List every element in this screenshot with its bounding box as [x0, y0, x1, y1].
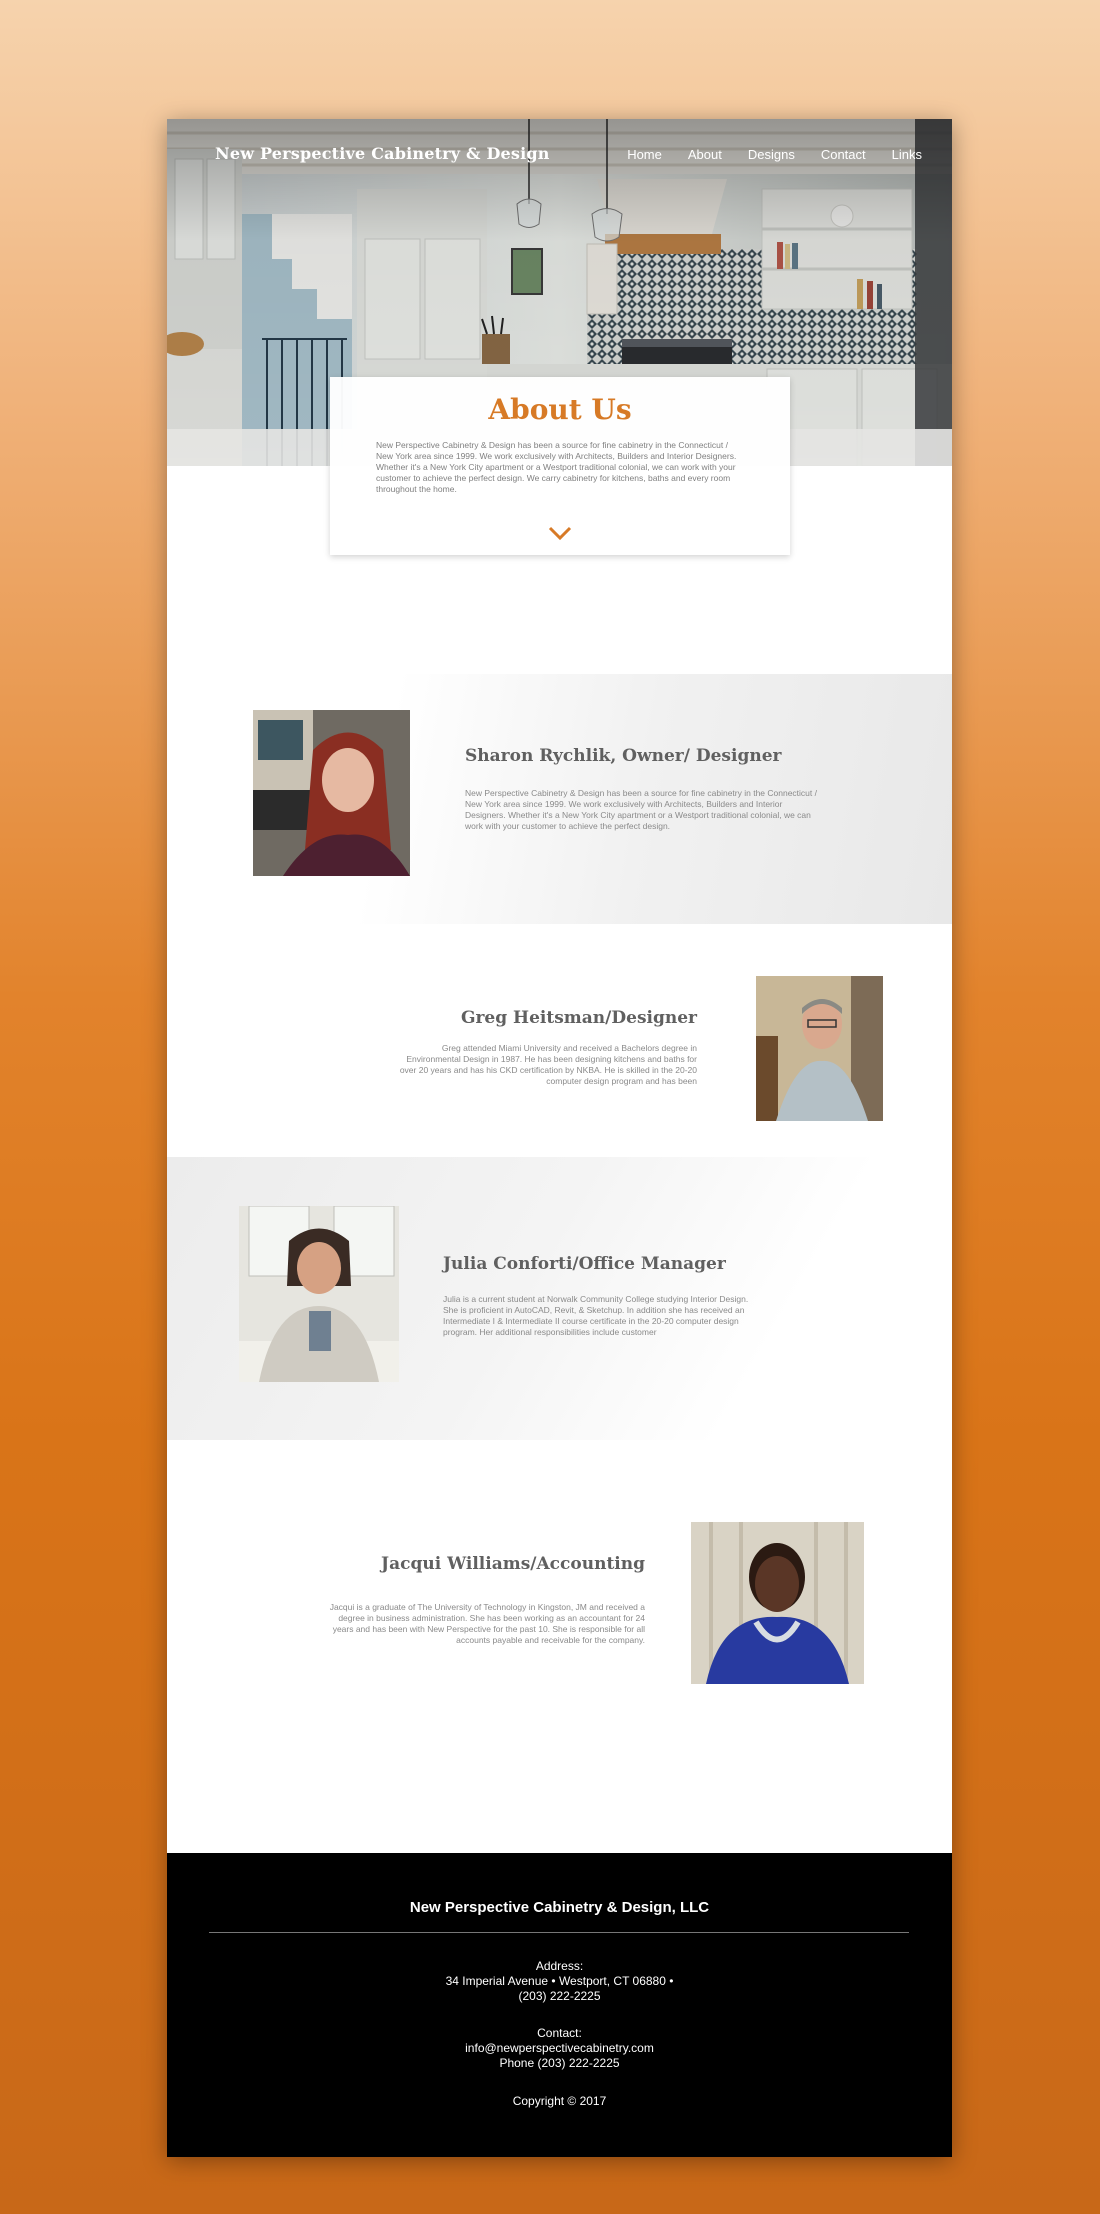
- member-name-julia: Julia Conforti/Office Manager: [443, 1254, 726, 1274]
- footer-copyright: Copyright © 2017: [512, 2094, 607, 2108]
- main-nav: Home About Designs Contact Links: [627, 147, 922, 162]
- sharon-photo: [253, 710, 410, 876]
- brand-logo-text[interactable]: New Perspective Cabinetry & Design: [215, 144, 550, 163]
- nav-links[interactable]: Links: [892, 147, 922, 162]
- member-bio-greg: Greg attended Miami University and recei…: [399, 1043, 697, 1086]
- greg-photo: [756, 976, 883, 1121]
- footer-divider: [209, 1932, 909, 1933]
- nav-designs[interactable]: Designs: [748, 147, 795, 162]
- nav-home[interactable]: Home: [627, 147, 662, 162]
- about-card: About Us New Perspective Cabinetry & Des…: [330, 377, 790, 555]
- julia-photo: [239, 1206, 399, 1382]
- about-text: New Perspective Cabinetry & Design has b…: [376, 440, 737, 494]
- member-name-greg: Greg Heitsman/Designer: [460, 1008, 697, 1028]
- footer-email[interactable]: info@newperspectivecabinetry.com: [167, 2041, 952, 2055]
- footer-address: 34 Imperial Avenue • Westport, CT 06880 …: [445, 1974, 674, 1988]
- nav-contact[interactable]: Contact: [821, 147, 866, 162]
- footer-phone: Phone (203) 222-2225: [499, 2056, 620, 2070]
- member-name-sharon: Sharon Rychlik, Owner/ Designer: [465, 746, 782, 766]
- footer: New Perspective Cabinetry & Design, LLC …: [167, 1853, 952, 2157]
- footer-contact-label: Contact:: [537, 2026, 582, 2040]
- footer-company-name: New Perspective Cabinetry & Design, LLC: [409, 1899, 710, 1916]
- page-container: New Perspective Cabinetry & Design Home …: [167, 119, 952, 2157]
- member-bio-sharon: New Perspective Cabinetry & Design has b…: [465, 788, 817, 831]
- chevron-down-icon[interactable]: [546, 523, 574, 543]
- footer-address-label: Address:: [535, 1959, 584, 1973]
- member-bio-jacqui: Jacqui is a graduate of The University o…: [329, 1602, 645, 1645]
- member-name-jacqui: Jacqui Williams/Accounting: [381, 1554, 645, 1574]
- member-bio-julia: Julia is a current student at Norwalk Co…: [443, 1294, 749, 1337]
- nav-about[interactable]: About: [688, 147, 722, 162]
- jacqui-photo: [691, 1522, 864, 1684]
- about-title: About Us: [488, 393, 632, 426]
- footer-address-phone: (203) 222-2225: [518, 1989, 601, 2003]
